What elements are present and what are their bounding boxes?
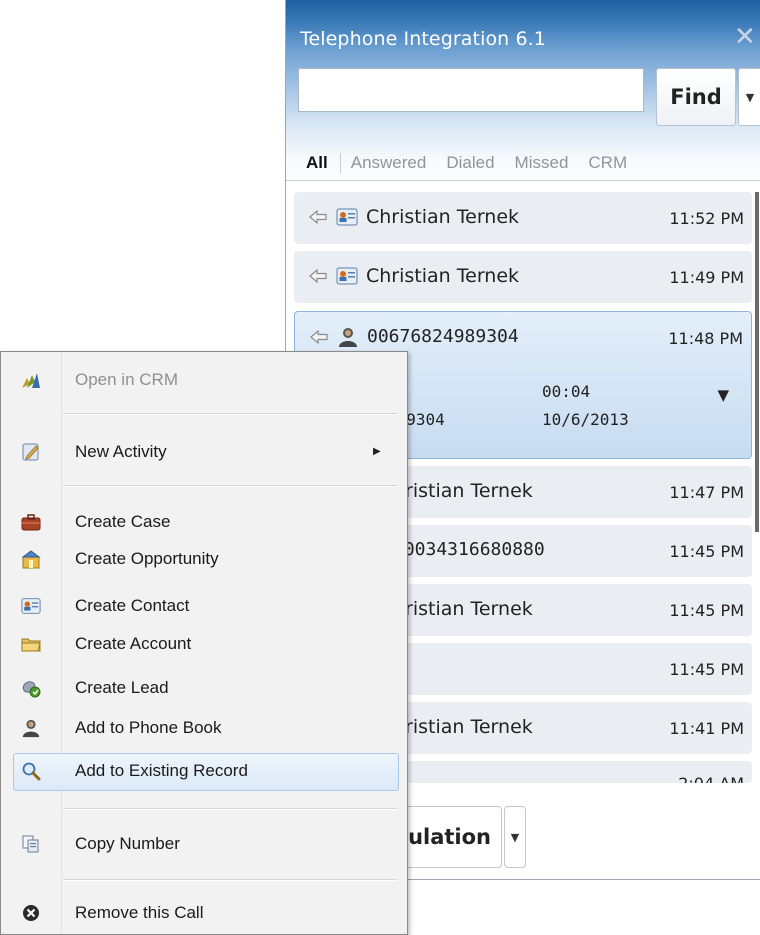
menu-item-create-lead[interactable]: Create Lead (1, 670, 407, 706)
contact-card-icon (336, 267, 358, 285)
incoming-call-arrow-icon (309, 268, 327, 284)
chevron-down-icon: ▼ (745, 90, 755, 104)
menu-item-label: New Activity (75, 442, 167, 461)
menu-separator (63, 413, 397, 415)
menu-separator (63, 879, 397, 881)
notepad-icon (22, 443, 39, 461)
caller-name: hristian Ternek (393, 716, 533, 738)
menu-item-create-contact[interactable]: Create Contact (1, 588, 407, 624)
crm-logo-icon (22, 373, 40, 388)
menu-item-add-to-phone-book[interactable]: Add to Phone Book (1, 710, 407, 746)
menu-item-open-in-crm[interactable]: Open in CRM (1, 362, 407, 398)
tab-all[interactable]: All (298, 153, 341, 173)
menu-item-label: Open in CRM (75, 370, 178, 389)
menu-item-label: Create Lead (75, 678, 169, 697)
scrollbar[interactable] (755, 192, 759, 532)
copy-icon (22, 835, 39, 853)
call-time: 11:45 PM (669, 542, 744, 561)
close-icon[interactable]: ✕ (734, 24, 756, 50)
caller-name: Christian Ternek (366, 206, 520, 228)
menu-separator (63, 485, 397, 487)
menu-item-label: Add to Existing Record (75, 761, 248, 780)
tab-answered[interactable]: Answered (341, 153, 437, 173)
menu-item-label: Create Account (75, 634, 192, 653)
menu-item-label: Copy Number (75, 834, 180, 853)
tab-divider (286, 180, 760, 181)
opportunity-icon (21, 550, 41, 569)
menu-item-remove-this-call[interactable]: Remove this Call (1, 895, 407, 931)
tab-dialed[interactable]: Dialed (436, 153, 504, 173)
person-icon (22, 719, 40, 738)
call-duration: 00:04 (542, 382, 591, 401)
caller-name: hristian Ternek (393, 598, 533, 620)
chevron-down-icon: ▼ (510, 830, 520, 844)
menu-separator (63, 808, 397, 810)
call-date: 10/6/2013 (542, 410, 629, 429)
caller-number: 00034316680880 (393, 539, 545, 560)
wrapup-button[interactable]: ulation (394, 806, 502, 868)
call-row[interactable]: Christian Ternek 11:52 PM (294, 192, 752, 244)
magnifier-icon (22, 762, 41, 781)
submenu-arrow-icon: ▶ (373, 446, 381, 457)
menu-item-create-case[interactable]: Create Case (1, 504, 407, 540)
wrapup-button-label: ulation (408, 825, 491, 849)
call-time: 11:48 PM (668, 329, 743, 348)
menu-item-create-account[interactable]: Create Account (1, 626, 407, 662)
call-time: 11:49 PM (669, 268, 744, 287)
caller-number: 00676824989304 (367, 326, 519, 347)
incoming-call-arrow-icon (309, 209, 327, 225)
wrapup-dropdown-button[interactable]: ▼ (504, 806, 526, 868)
call-time: 11:45 PM (669, 660, 744, 679)
find-dropdown-button[interactable]: ▼ (738, 68, 760, 126)
call-time: 11:47 PM (669, 483, 744, 502)
call-time: 2:04 AM (678, 774, 744, 783)
menu-item-copy-number[interactable]: Copy Number (1, 826, 407, 862)
contact-card-icon (336, 208, 358, 226)
incoming-call-arrow-icon (310, 329, 328, 345)
menu-item-label: Create Contact (75, 596, 190, 615)
person-icon (339, 328, 357, 347)
menu-item-add-to-existing-record[interactable]: Add to Existing Record (13, 753, 399, 791)
caller-name: Christian Ternek (366, 265, 520, 287)
window-title: Telephone Integration 6.1 (300, 28, 546, 50)
lead-icon (22, 681, 41, 698)
search-input[interactable] (298, 68, 644, 112)
call-time: 11:45 PM (669, 601, 744, 620)
menu-item-new-activity[interactable]: New Activity ▶ (1, 434, 407, 470)
menu-item-create-opportunity[interactable]: Create Opportunity (1, 541, 407, 577)
folder-icon (21, 638, 41, 652)
remove-icon (23, 905, 39, 921)
caller-name: hristian Ternek (393, 480, 533, 502)
briefcase-icon (21, 514, 41, 531)
menu-item-label: Create Case (75, 512, 171, 531)
find-button[interactable]: Find (656, 68, 736, 126)
context-menu: Open in CRM New Activity ▶ Create Case C… (0, 351, 408, 935)
collapse-icon[interactable]: ▼ (717, 386, 729, 404)
filter-tabs: All Answered Dialed Missed CRM (298, 146, 637, 180)
call-time: 11:52 PM (669, 209, 744, 228)
tab-missed[interactable]: Missed (505, 153, 579, 173)
contact-card-icon (21, 598, 41, 614)
call-row[interactable]: Christian Ternek 11:49 PM (294, 251, 752, 303)
tab-crm[interactable]: CRM (578, 153, 637, 173)
menu-item-label: Create Opportunity (75, 549, 219, 568)
call-time: 11:41 PM (669, 719, 744, 738)
menu-item-label: Remove this Call (75, 903, 204, 922)
menu-item-label: Add to Phone Book (75, 718, 222, 737)
